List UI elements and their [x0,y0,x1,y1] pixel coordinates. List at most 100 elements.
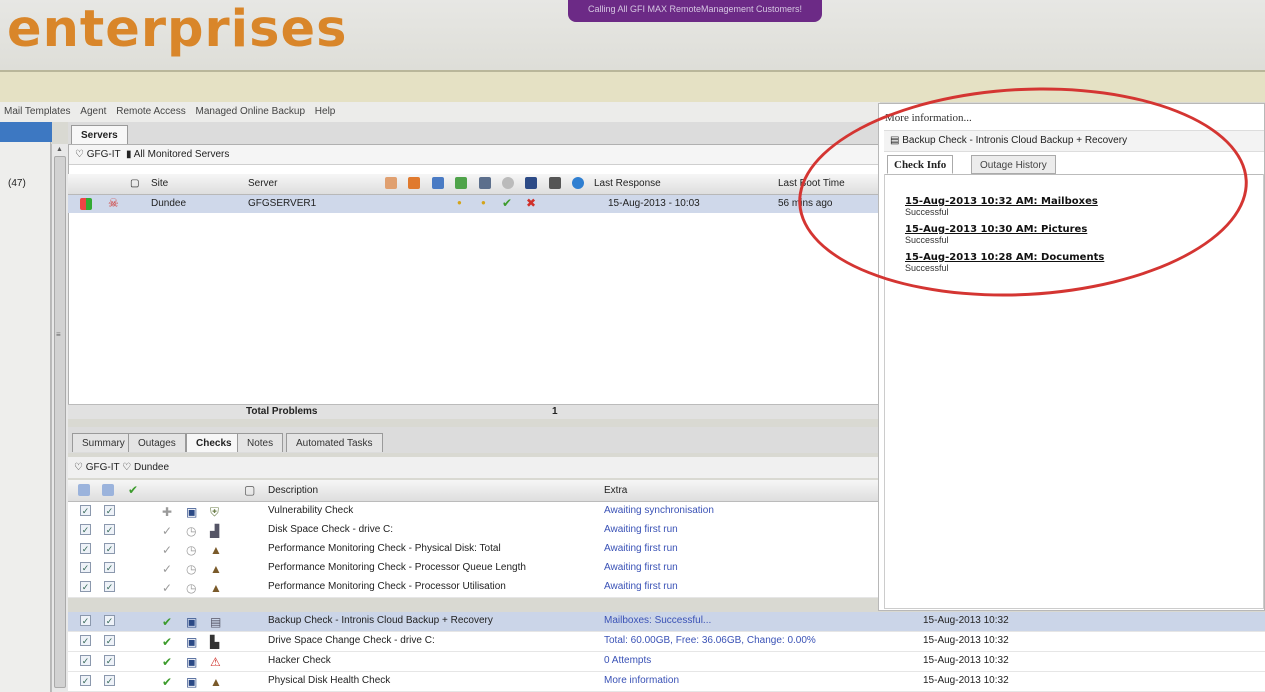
monitor-icon [479,177,491,189]
shield-icon: ⛨ [210,505,220,519]
check-extra[interactable]: Awaiting first run [604,524,678,535]
pending-icon: ✚ [162,505,173,519]
client-tree: (47) [0,122,52,692]
pending-icon: ✓ [162,524,173,538]
client-tree-selected-item[interactable] [0,122,52,142]
servers-grid-header: ▢ Site Server Last Response Last Boot Ti… [68,174,880,195]
tab-servers[interactable]: Servers [71,125,128,144]
breadcrumb-filter[interactable]: All Monitored Servers [134,149,230,160]
check-extra[interactable]: Total: 60.00GB, Free: 36.06GB, Change: 0… [604,635,816,646]
total-problems-bar: Total Problems 1 [68,404,880,419]
check-description: Performance Monitoring Check - Processor… [268,562,526,573]
check-description: Backup Check - Intronis Cloud Backup + R… [268,615,493,626]
checks-breadcrumb-client[interactable]: GFG-IT [86,462,120,473]
server-row[interactable]: ☠ Dundee GFGSERVER1 ● ● ✔ ✖ 15-Aug-2013 … [68,195,880,213]
checkbox[interactable]: ✓ [80,524,91,535]
power-icon [572,177,584,189]
grip-icon: ≡ [56,330,61,339]
checkbox[interactable]: ✓ [80,562,91,573]
tab-summary[interactable]: Summary [72,433,135,452]
checkbox[interactable]: ✓ [80,505,91,516]
check-pass-icon: ✔ [162,655,173,669]
check-extra[interactable]: Awaiting first run [604,543,678,554]
breadcrumb-client[interactable]: GFG-IT [87,149,121,160]
checks-breadcrumb-site[interactable]: Dundee [134,462,169,473]
main-menu: Mail Templates Agent Remote Access Manag… [0,102,880,122]
server-icon: ▮ [126,149,132,160]
shield-icon [408,177,420,189]
checkbox[interactable]: ✓ [104,543,115,554]
calendar-icon: ▣ [186,635,198,649]
checkbox[interactable]: ✓ [104,505,115,516]
select-all-icon[interactable] [78,484,90,496]
checkbox[interactable]: ✓ [104,635,115,646]
menu-agent[interactable]: Agent [76,102,109,117]
scroll-up-icon[interactable]: ▲ [56,146,63,153]
tab-outages[interactable]: Outages [128,433,186,452]
calendar-icon: ▣ [186,655,198,669]
menu-remote-access[interactable]: Remote Access [112,102,188,117]
pending-icon: ✓ [162,562,173,576]
checkbox[interactable]: ✓ [80,543,91,554]
checkbox[interactable]: ✓ [80,581,91,592]
clock-icon: ◷ [186,524,197,538]
checkbox[interactable]: ✓ [104,615,115,626]
tab-automated-tasks[interactable]: Automated Tasks [286,433,383,452]
check-description: Performance Monitoring Check - Physical … [268,543,501,554]
checkbox[interactable]: ✓ [80,635,91,646]
column-site[interactable]: Site [151,175,168,193]
status-icon [455,177,467,189]
user-icon: ♡ [74,462,83,473]
check-time: 15-Aug-2013 10:32 [923,675,1009,686]
check-row[interactable]: ✓ ✓ ✔ ▣ ▲ Physical Disk Health Check Mor… [68,672,1265,692]
check-extra[interactable]: Mailboxes: Successful... [604,615,711,626]
check-extra[interactable]: Awaiting synchronisation [604,505,714,516]
checkbox[interactable]: ✓ [80,615,91,626]
pending-icon: ✓ [162,543,173,557]
column-server[interactable]: Server [248,175,277,193]
server-last-response: 15-Aug-2013 - 10:03 [608,198,700,209]
check-description: Performance Monitoring Check - Processor… [268,581,506,592]
column-description[interactable]: Description [268,485,318,496]
check-pass-icon: ✔ [162,615,173,629]
check-description: Physical Disk Health Check [268,675,391,686]
clock-icon: ◷ [186,581,197,595]
calendar-icon: ▣ [186,675,198,689]
check-row[interactable]: ✓ ✓ ✔ ▣ ⚠ Hacker Check 0 Attempts 15-Aug… [68,652,1265,672]
check-row-selected[interactable]: ✓ ✓ ✔ ▣ ▤ Backup Check - Intronis Cloud … [68,612,1265,632]
backup-icon [549,177,561,189]
check-description: Hacker Check [268,655,331,666]
patch-icon [432,177,444,189]
drive-icon: ▙ [210,635,220,649]
brand-logo: enterprises [7,0,348,59]
check-extra[interactable]: More information [604,675,679,686]
column-last-response[interactable]: Last Response [594,175,661,193]
check-extra[interactable]: Awaiting first run [604,562,678,573]
tab-notes[interactable]: Notes [237,433,284,452]
column-extra[interactable]: Extra [604,485,627,496]
check-extra[interactable]: 0 Attempts [604,655,651,666]
checkbox[interactable]: ✓ [104,581,115,592]
check-pass-icon: ✔ [162,635,173,649]
select-all-icon[interactable] [102,484,114,496]
menu-help[interactable]: Help [311,102,339,117]
promo-banner[interactable]: Calling All GFI MAX RemoteManagement Cus… [568,0,822,22]
checkbox[interactable]: ✓ [104,675,115,686]
check-pass-icon: ✔ [162,675,173,689]
tab-checks[interactable]: Checks [186,433,242,452]
checkbox[interactable]: ✓ [104,524,115,535]
checkbox[interactable]: ✓ [104,562,115,573]
menu-mail-templates[interactable]: Mail Templates [0,102,74,117]
vertical-scrollbar[interactable]: ▲ ≡ [51,144,68,692]
backup-icon: ▤ [210,615,222,629]
check-extra[interactable]: Awaiting first run [604,581,678,592]
menu-managed-online-backup[interactable]: Managed Online Backup [191,102,308,117]
checkbox[interactable]: ✓ [80,675,91,686]
scrollbar-thumb[interactable] [54,156,66,688]
total-problems-label: Total Problems [246,406,318,417]
checkbox[interactable]: ✓ [80,655,91,666]
status-header-icon: ✔ [128,483,139,497]
breadcrumb: ♡ GFG-IT ▮ All Monitored Servers [69,145,879,165]
check-row[interactable]: ✓ ✓ ✔ ▣ ▙ Drive Space Change Check - dri… [68,632,1265,652]
checkbox[interactable]: ✓ [104,655,115,666]
